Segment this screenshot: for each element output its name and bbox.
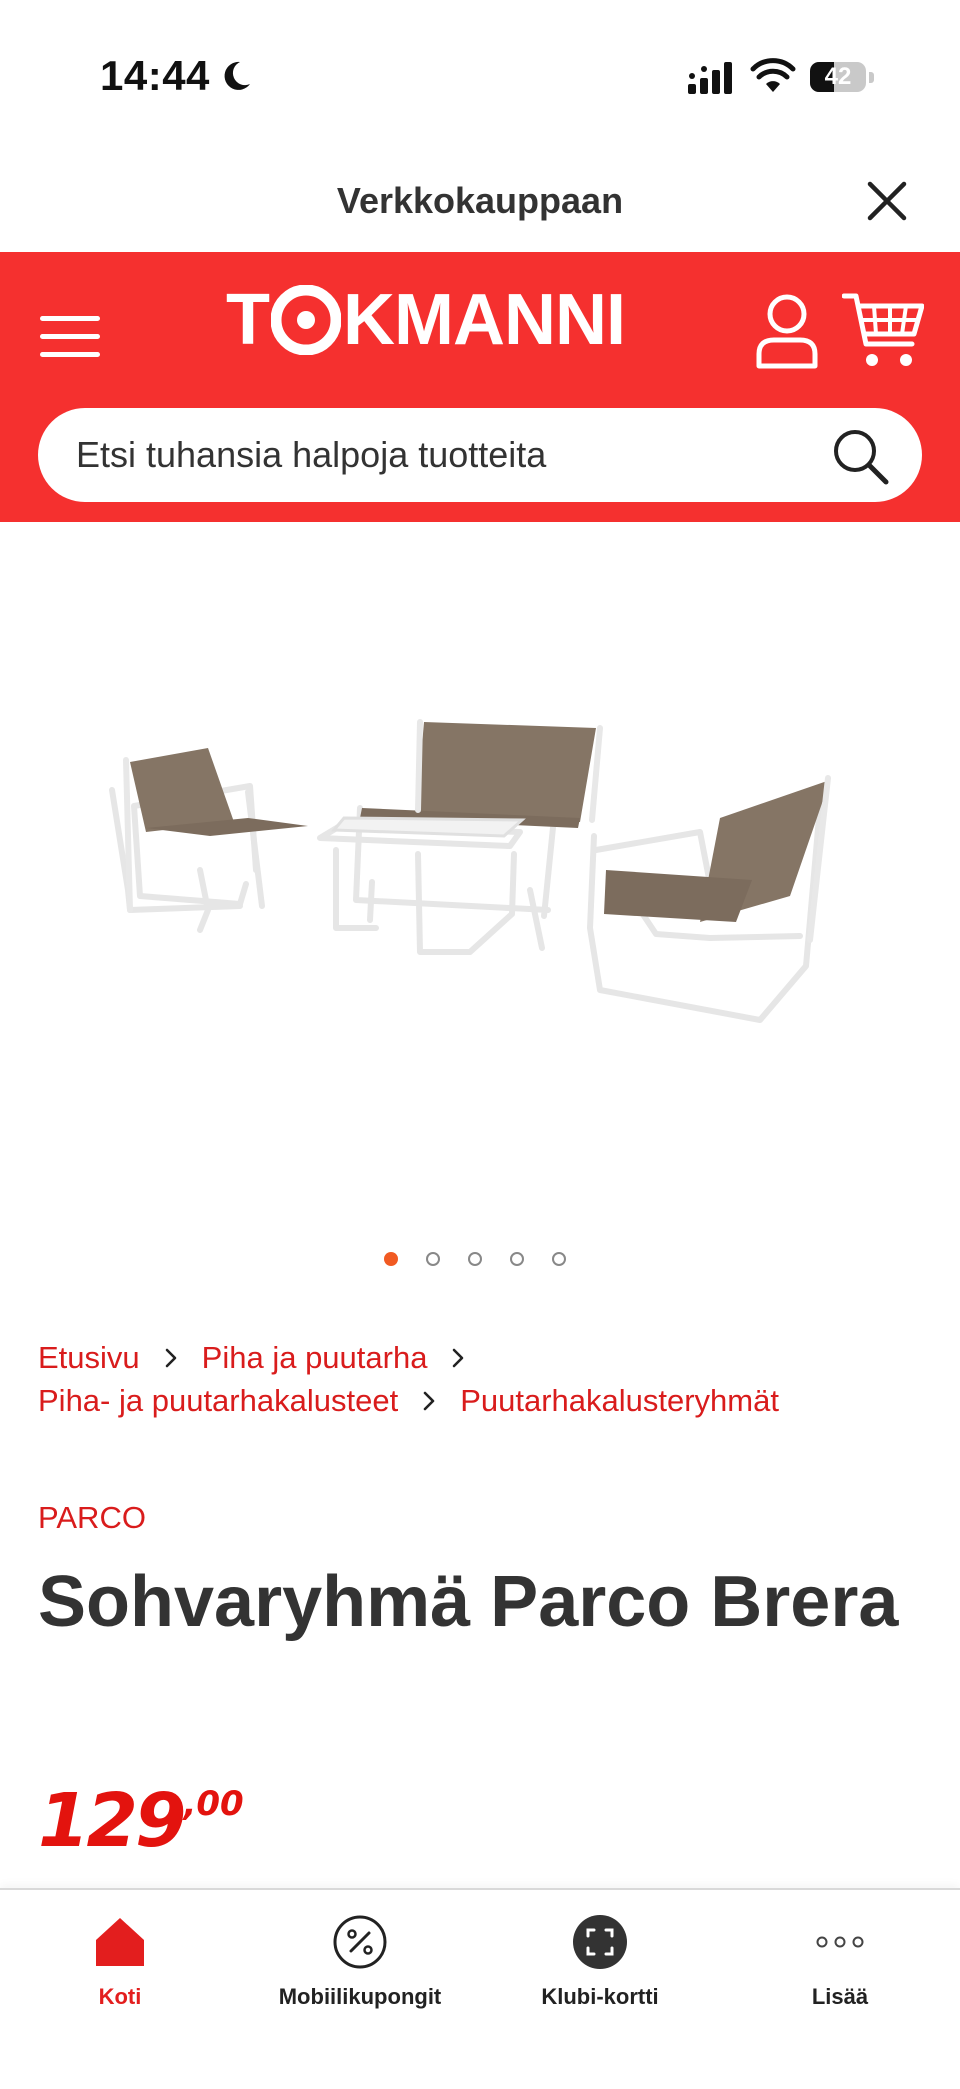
sheet-title: Verkkokauppaan [336, 180, 624, 221]
breadcrumb: Etusivu Piha ja puutarha Piha- ja puutar… [38, 1336, 938, 1422]
more-icon [816, 1936, 864, 1948]
nav-item-mobiilikupongit[interactable]: Mobiilikupongit [240, 1890, 480, 2030]
battery-indicator: 42 [810, 62, 876, 94]
breadcrumb-link-piha[interactable]: Piha ja puutarha [202, 1336, 428, 1379]
carousel-dot[interactable] [510, 1252, 524, 1266]
cart-icon[interactable] [842, 290, 924, 370]
nav-item-lisaa[interactable]: Lisää [720, 1890, 960, 2030]
nav-label-mobiilikupongit: Mobiilikupongit [278, 1984, 442, 2009]
carousel-dot[interactable] [552, 1252, 566, 1266]
logo-text-end: KMANNI [342, 280, 626, 360]
account-icon[interactable] [754, 292, 820, 370]
nav-label-koti: Koti [98, 1984, 142, 2009]
bottom-navigation: Koti Mobiilikupongit Klubi-kortti Lisää [0, 1888, 960, 2089]
logo-o-mark [270, 285, 341, 355]
price-decimal: ,00 [183, 1784, 244, 1824]
price-integer: 129 [38, 1778, 186, 1864]
tokmanni-logo[interactable]: T KMANNI [226, 280, 626, 360]
nav-item-koti[interactable]: Koti [0, 1890, 240, 2030]
search-icon[interactable] [830, 426, 890, 486]
menu-button[interactable] [40, 312, 102, 360]
coupon-icon [333, 1915, 387, 1969]
nav-label-lisaa: Lisää [811, 1984, 869, 2009]
carousel-dot[interactable] [468, 1252, 482, 1266]
chevron-right-icon [165, 1348, 176, 1367]
nav-label-klubi-kortti: Klubi-kortti [541, 1984, 659, 2009]
status-time: 14:44 [100, 52, 210, 99]
product-title: Sohvaryhmä Parco Brera [38, 1562, 899, 1642]
product-price: 129,00 [38, 1778, 244, 1864]
battery-percent: 42 [824, 63, 852, 90]
search-input[interactable] [76, 408, 836, 502]
carousel-dot[interactable] [426, 1252, 440, 1266]
site-header: T KMANNI [0, 252, 960, 522]
carousel-pagination [384, 1252, 566, 1270]
club-card-icon [573, 1915, 627, 1969]
logo-text-start: T [226, 280, 270, 360]
chevron-right-icon [423, 1391, 435, 1410]
breadcrumb-link-kalusteryhmat[interactable]: Puutarhakalusteryhmät [460, 1379, 779, 1422]
wifi-icon [750, 58, 796, 92]
chevron-right-icon [453, 1348, 464, 1367]
breadcrumb-link-kalusteet[interactable]: Piha- ja puutarhakalusteet [38, 1379, 398, 1422]
close-icon[interactable] [862, 176, 912, 226]
breadcrumb-link-etusivu[interactable]: Etusivu [38, 1336, 140, 1379]
cellular-signal-icon [688, 62, 732, 94]
status-bar: 14:44 42 [0, 0, 960, 150]
moon-icon [224, 61, 250, 90]
product-image[interactable] [100, 700, 840, 1040]
carousel-dot[interactable] [384, 1252, 398, 1266]
nav-item-klubi-kortti[interactable]: Klubi-kortti [480, 1890, 720, 2030]
product-brand-link[interactable]: PARCO [38, 1500, 146, 1536]
home-icon [96, 1918, 144, 1966]
search-bar [38, 408, 922, 502]
sheet-bar: Verkkokauppaan [0, 150, 960, 252]
